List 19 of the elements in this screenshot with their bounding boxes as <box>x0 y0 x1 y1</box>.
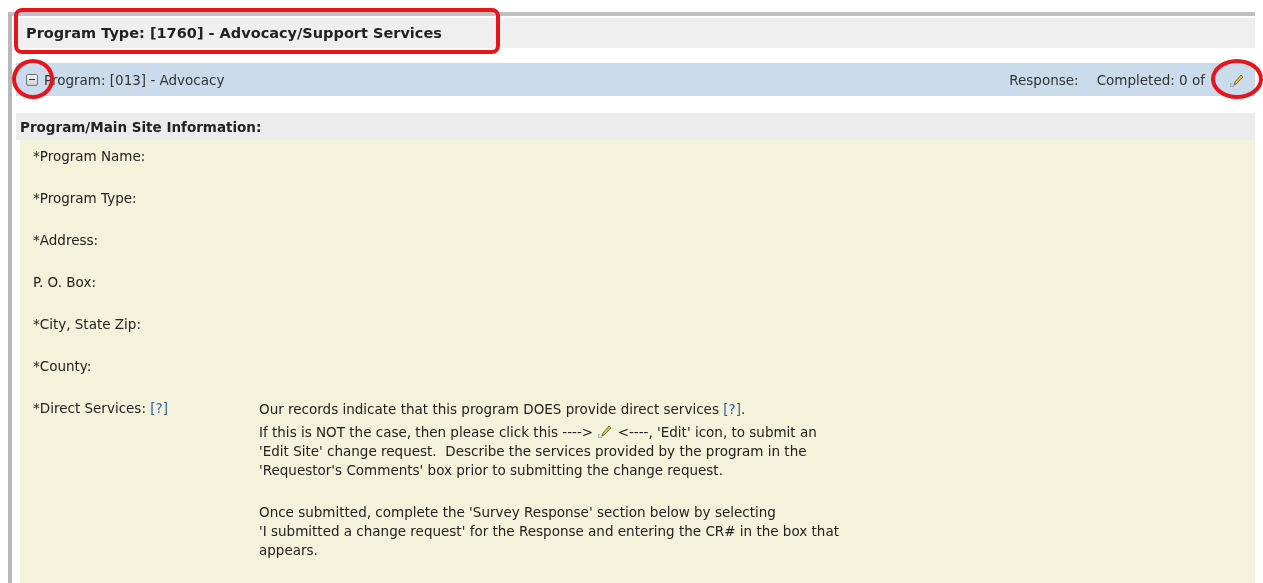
info-paragraph: Our records indicate that this program DOES provide direct services [?]. <box>259 400 747 419</box>
field-label: *County: <box>33 358 92 374</box>
info-paragraph: Once submitted, complete the 'Survey Response' section below by selecting 'I submitted a change request' for the Response and entering the CR# in the box that appears. <box>259 503 840 560</box>
help-link[interactable]: [?] <box>150 400 168 416</box>
completed-status: Completed: 0 of <box>1096 71 1205 88</box>
info-paragraph: If this is NOT the case, then please click this ----> <----, 'Edit' icon, to submit an 'Edit Site' change request. Describe the services provided by the program in the 'Requestor's Comments' box prior to submitting the change request. <box>259 423 818 480</box>
help-link[interactable]: [?] <box>723 401 741 417</box>
field-label: *City, State Zip: <box>33 316 141 332</box>
response-label: Response: <box>1009 71 1079 88</box>
highlight-circle <box>1211 59 1263 99</box>
program-type-title: Program Type: [1760] - Advocacy/Support Services <box>26 25 442 41</box>
field-label: *Program Type: <box>33 190 137 206</box>
section-title: Program/Main Site Information: <box>20 118 262 135</box>
collapse-toggle[interactable] <box>26 73 38 86</box>
field-label: *Address: <box>33 232 99 248</box>
field-label: *Program Name: <box>33 148 146 164</box>
pencil-icon[interactable] <box>597 423 614 439</box>
field-label: *Direct Services: <box>33 400 147 416</box>
field-label: P. O. Box: <box>33 274 96 290</box>
